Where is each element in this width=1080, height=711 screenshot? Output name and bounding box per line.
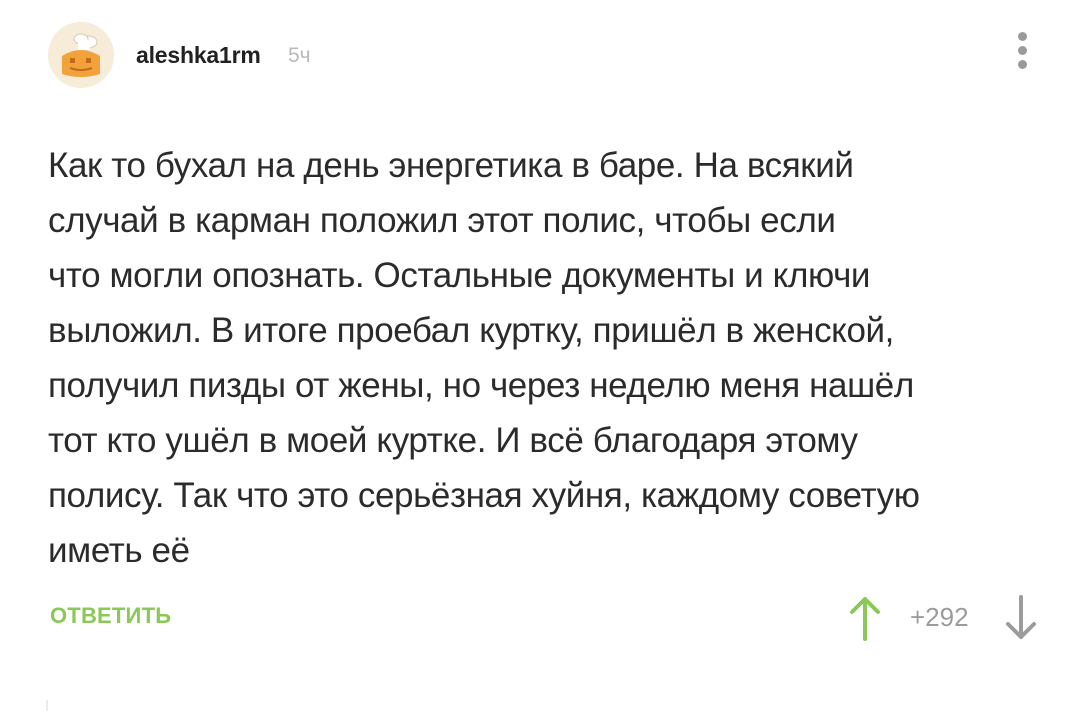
avatar[interactable] [48, 22, 114, 88]
divider [46, 700, 48, 711]
reply-button[interactable]: ОТВЕТИТЬ [50, 603, 171, 629]
rating-value: +292 [910, 602, 969, 632]
arrow-down-icon[interactable] [1004, 595, 1038, 641]
more-vertical-icon[interactable] [1014, 32, 1030, 72]
cartoon-avatar-icon [48, 22, 114, 88]
author-name[interactable]: aleshka1rm [136, 42, 261, 69]
comment-text: Как то бухал на день энергетика в баре. … [48, 146, 920, 570]
comment-header: aleshka1rm 5ч [48, 22, 1038, 88]
arrow-up-icon[interactable] [848, 595, 882, 641]
post-time: 5ч [288, 44, 311, 67]
